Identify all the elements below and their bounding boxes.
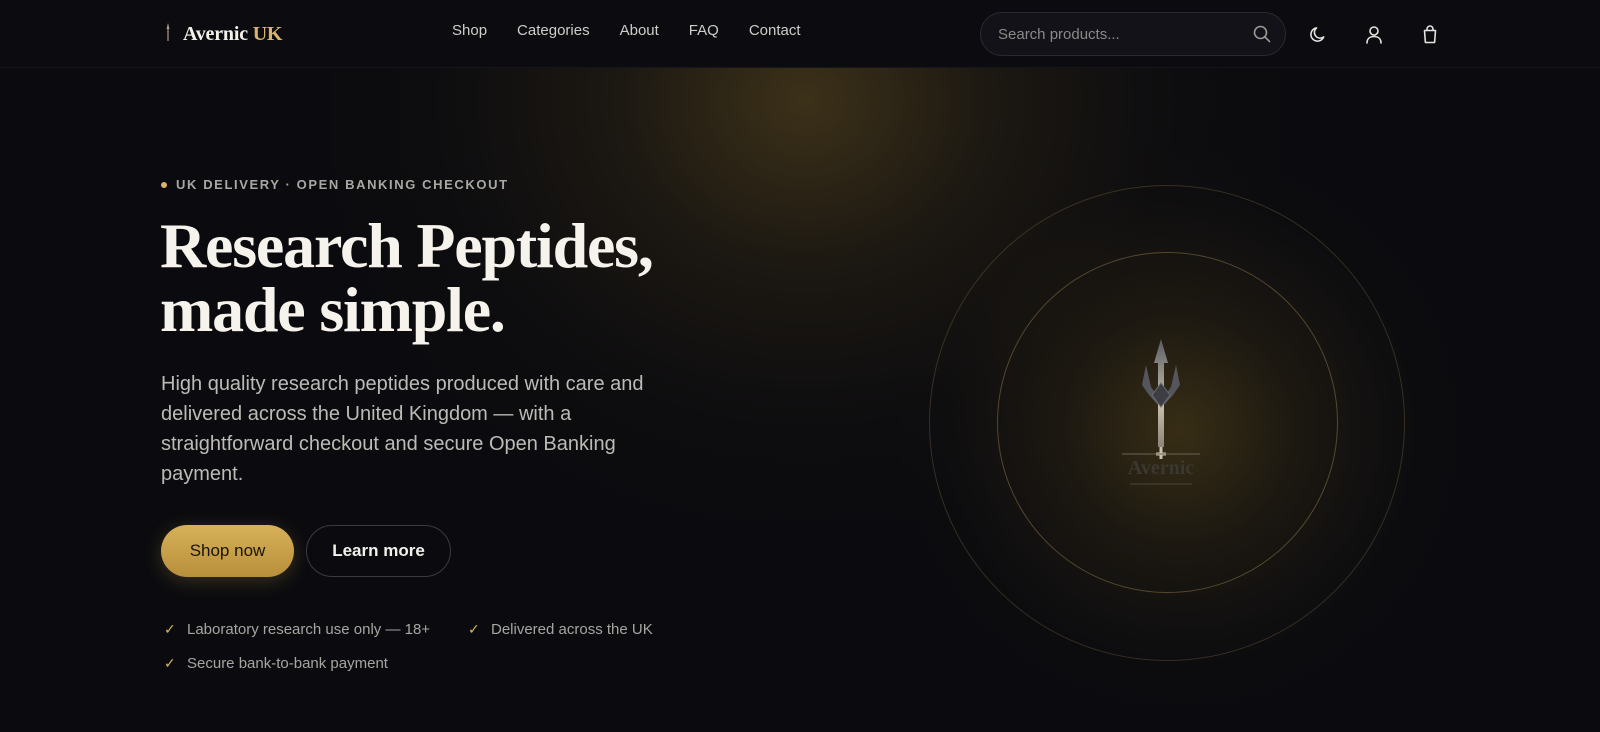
cart-button[interactable]: [1418, 22, 1442, 46]
search-icon[interactable]: [1253, 25, 1271, 43]
check-icon: ✓: [164, 655, 176, 671]
headline-line-1: Research Peptides,: [160, 210, 654, 281]
headline-line-2: made simple.: [160, 274, 506, 345]
nav-about[interactable]: About: [620, 22, 659, 39]
feature-item: ✓ Delivered across the UK: [468, 621, 653, 638]
emblem-text: Avernic: [1128, 457, 1194, 479]
user-icon: [1366, 25, 1382, 44]
feature-item: ✓ Laboratory research use only — 18+: [164, 621, 430, 638]
moon-icon: [1309, 26, 1324, 42]
logo-accent: UK: [252, 22, 283, 45]
nav-categories[interactable]: Categories: [517, 22, 590, 39]
bag-icon: [1423, 24, 1437, 43]
hero-eyebrow: UK DELIVERY · OPEN BANKING CHECKOUT: [161, 177, 509, 192]
trident-logo-icon: [166, 23, 170, 41]
nav-contact[interactable]: Contact: [749, 22, 801, 39]
search-bar: [980, 12, 1286, 56]
feature-item: ✓ Secure bank-to-bank payment: [164, 655, 388, 672]
feature-text: Delivered across the UK: [491, 621, 653, 638]
feature-text: Secure bank-to-bank payment: [187, 655, 388, 672]
site-header: Avernic UK Shop Categories About FAQ Con…: [0, 0, 1600, 68]
nav-shop[interactable]: Shop: [452, 22, 487, 39]
hero-description: High quality research peptides produced …: [161, 373, 644, 485]
main-nav: Shop Categories About FAQ Contact: [452, 22, 801, 39]
account-button[interactable]: [1362, 22, 1386, 46]
logo-text: Avernic UK: [183, 23, 282, 46]
logo[interactable]: Avernic UK: [163, 20, 282, 48]
theme-toggle-button[interactable]: [1306, 22, 1330, 46]
shop-now-button[interactable]: Shop now: [161, 525, 294, 577]
check-icon: ✓: [164, 621, 176, 637]
check-icon: ✓: [468, 621, 480, 637]
learn-more-button[interactable]: Learn more: [306, 525, 451, 577]
eyebrow-text: UK DELIVERY · OPEN BANKING CHECKOUT: [176, 177, 509, 192]
logo-brand: Avernic: [183, 22, 248, 45]
trident-emblem-icon: Avernic: [1122, 339, 1200, 485]
hero-headline: Research Peptides, made simple.: [160, 214, 780, 342]
eyebrow-dot: [161, 181, 167, 188]
search-input[interactable]: [998, 25, 1253, 43]
nav-faq[interactable]: FAQ: [689, 22, 719, 39]
feature-text: Laboratory research use only — 18+: [187, 621, 431, 638]
